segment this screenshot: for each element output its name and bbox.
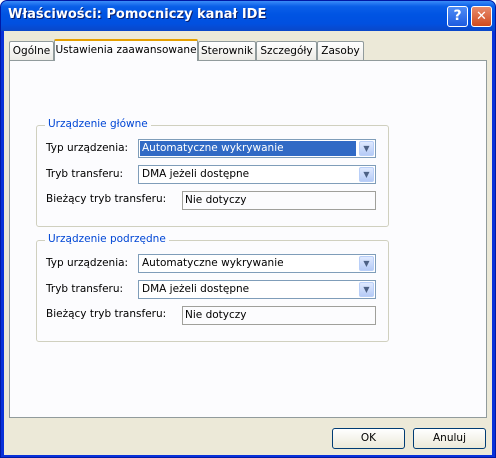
selected-value: DMA jeżeli dostępne (142, 283, 250, 295)
help-button[interactable]: ? (447, 6, 468, 27)
current-mode-label: Bieżący tryb transferu: (46, 308, 167, 320)
tab-panel: Urządzenie główne Typ urządzenia: Automa… (9, 60, 487, 418)
dialog-client-area: Ogólne Ustawienia zaawansowane Sterownik… (4, 31, 492, 455)
transfer-mode-label: Tryb transferu: (46, 168, 124, 180)
secondary-transfer-mode-select[interactable]: DMA jeżeli dostępne ▼ (138, 280, 376, 299)
transfer-mode-label: Tryb transferu: (46, 283, 124, 295)
close-button[interactable]: ✕ (471, 6, 492, 27)
primary-current-mode-field: Nie dotyczy (182, 191, 376, 210)
group-title-secondary: Urządzenie podrzędne (45, 233, 169, 245)
primary-transfer-mode-select[interactable]: DMA jeżeli dostępne ▼ (138, 165, 376, 184)
tab-details[interactable]: Szczegóły (256, 41, 317, 60)
tab-driver[interactable]: Sterownik (198, 41, 256, 60)
secondary-device-group: Urządzenie podrzędne Typ urządzenia: Aut… (36, 233, 389, 342)
ok-button[interactable]: OK (332, 428, 405, 449)
chevron-down-icon[interactable]: ▼ (359, 282, 374, 297)
secondary-current-mode-field: Nie dotyczy (182, 306, 376, 325)
selected-value: Automatyczne wykrywanie (140, 141, 356, 156)
primary-device-type-select[interactable]: Automatyczne wykrywanie ▼ (138, 139, 376, 158)
chevron-down-icon[interactable]: ▼ (359, 256, 374, 271)
current-mode-label: Bieżący tryb transferu: (46, 193, 167, 205)
chevron-down-icon[interactable]: ▼ (359, 141, 374, 156)
help-icon: ? (453, 8, 462, 24)
tab-advanced-settings[interactable]: Ustawienia zaawansowane (54, 39, 198, 61)
primary-device-group: Urządzenie główne Typ urządzenia: Automa… (36, 118, 389, 227)
close-icon: ✕ (476, 9, 487, 24)
selected-value: Automatyczne wykrywanie (142, 257, 284, 269)
chevron-down-icon[interactable]: ▼ (359, 167, 374, 182)
title-bar[interactable]: Właściwości: Pomocniczy kanał IDE ? ✕ (1, 1, 495, 31)
tab-resources[interactable]: Zasoby (317, 41, 364, 60)
window-title: Właściwości: Pomocniczy kanał IDE (8, 7, 267, 22)
tab-general[interactable]: Ogólne (9, 41, 54, 60)
device-type-label: Typ urządzenia: (46, 257, 129, 269)
group-title-primary: Urządzenie główne (45, 118, 151, 130)
selected-value: DMA jeżeli dostępne (142, 168, 250, 180)
device-type-label: Typ urządzenia: (46, 142, 129, 154)
cancel-button[interactable]: Anuluj (413, 428, 486, 449)
dialog-window: Właściwości: Pomocniczy kanał IDE ? ✕ Og… (0, 0, 496, 458)
secondary-device-type-select[interactable]: Automatyczne wykrywanie ▼ (138, 254, 376, 273)
